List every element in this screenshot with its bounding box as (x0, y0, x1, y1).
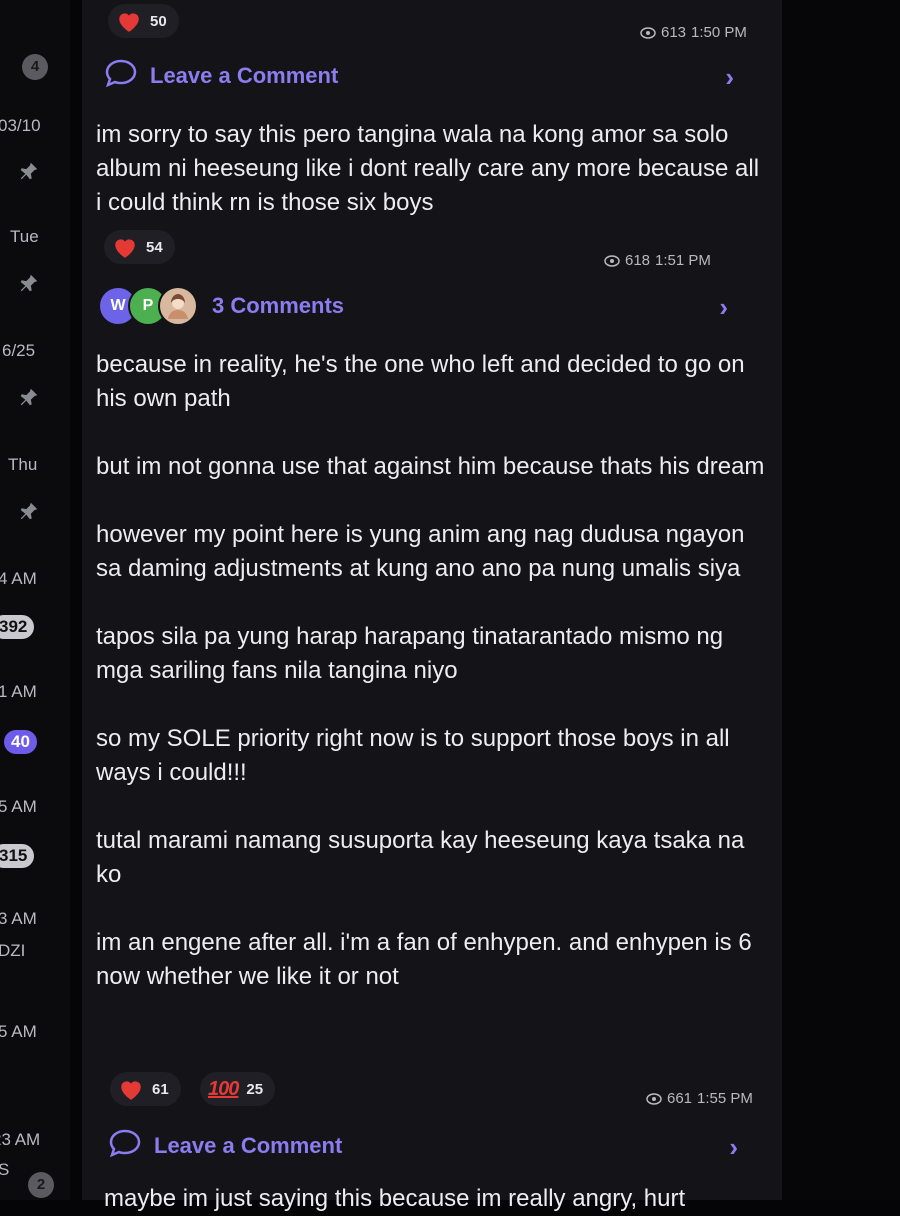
unread-count-badge: 315 (0, 844, 35, 868)
post-meta: 618 1:51 PM (604, 252, 711, 269)
hundred-points-icon: 100 (208, 1077, 239, 1100)
comment-label: Leave a Comment (154, 1133, 343, 1158)
reaction-hundred[interactable]: 100 25 (200, 1072, 276, 1106)
message-paragraph: however my point here is yung anim ang n… (96, 521, 745, 582)
eye-icon (646, 1092, 662, 1105)
reaction-count: 54 (146, 238, 163, 256)
view-comments-button[interactable]: W P 3 Comments › (98, 286, 758, 326)
sidebar-date-label[interactable]: Thu (8, 455, 37, 475)
post-time: 1:55 PM (697, 1090, 753, 1107)
chevron-right-icon: › (729, 1132, 738, 1162)
message-paragraph: maybe im just saying this because im rea… (104, 1185, 686, 1212)
message-paragraph: tutal marami namang susuporta kay heeseu… (96, 827, 745, 888)
post-meta: 661 1:55 PM (646, 1090, 753, 1107)
message-paragraph: because in reality, he's the one who lef… (96, 351, 745, 412)
comment-label: 3 Comments (212, 293, 345, 318)
sidebar-date-label[interactable]: 6/25 (2, 341, 35, 361)
sidebar-time-label[interactable]: 5 AM (0, 797, 37, 817)
reaction-count: 61 (152, 1080, 169, 1098)
post-time: 1:51 PM (655, 252, 711, 269)
pin-icon (18, 160, 40, 182)
reaction-heart[interactable]: 61 (110, 1072, 181, 1106)
view-count: 618 (625, 252, 651, 269)
chevron-right-icon: › (719, 292, 728, 322)
commenter-avatars: W P (98, 286, 198, 326)
view-count: 613 (661, 24, 687, 41)
sidebar-time-label[interactable]: 1 AM (0, 682, 37, 702)
message-text: im sorry to say this pero tangina wala n… (96, 118, 766, 220)
view-count: 661 (667, 1090, 693, 1107)
unread-count-badge: 392 (0, 615, 35, 639)
message-feed: 50 613 1:50 PM Leave a Comment › im sorr… (82, 0, 782, 1212)
pin-icon (18, 386, 40, 408)
heart-icon (121, 1081, 141, 1100)
pin-icon (18, 272, 40, 294)
reaction-heart[interactable]: 50 (108, 4, 179, 38)
message-paragraph: im an engene after all. i'm a fan of enh… (96, 929, 752, 990)
sidebar-time-label[interactable]: 5 AM (0, 1022, 37, 1042)
post-meta: 613 1:50 PM (640, 24, 747, 41)
sidebar-time-label[interactable]: 3 AM (0, 909, 37, 929)
comment-bubble-icon (104, 58, 138, 94)
heart-icon (115, 239, 135, 258)
unread-count-badge: 40 (4, 730, 37, 754)
post-time: 1:50 PM (691, 24, 747, 41)
sidebar-time-label[interactable]: 23 AM (0, 1130, 40, 1150)
avatar-photo-icon (158, 286, 198, 326)
reaction-heart[interactable]: 54 (104, 230, 175, 264)
reaction-count: 50 (150, 12, 167, 30)
sidebar-preview-text: S (0, 1160, 10, 1179)
sidebar-preview-text: DZI (0, 941, 26, 960)
reaction-count: 25 (246, 1080, 264, 1098)
leave-comment-button[interactable]: Leave a Comment › (104, 56, 764, 96)
message-text: because in reality, he's the one who lef… (96, 348, 766, 994)
heart-icon (119, 13, 139, 32)
unread-badge: 4 (22, 54, 48, 80)
pin-icon (18, 500, 40, 522)
message-paragraph: tapos sila pa yung harap harapang tinata… (96, 623, 724, 684)
background-edge (782, 0, 900, 1200)
message-paragraph: so my SOLE priority right now is to supp… (96, 725, 730, 786)
comment-label: Leave a Comment (150, 63, 339, 88)
leave-comment-button[interactable]: Leave a Comment › (108, 1126, 768, 1166)
chevron-right-icon: › (725, 62, 734, 92)
eye-icon (604, 254, 620, 267)
sidebar-time-label[interactable]: 4 AM (0, 569, 37, 589)
message-paragraph: im sorry to say this pero tangina wala n… (96, 121, 760, 216)
message-paragraph: but im not gonna use that against him be… (96, 453, 765, 480)
sidebar-date-label[interactable]: Tue (10, 227, 39, 247)
conversation-sidebar: 4 03/10 Tue 6/25 Thu 4 AM 392 1 AM 40 5 … (0, 0, 70, 1200)
message-text: maybe im just saying this because im rea… (104, 1182, 774, 1216)
eye-icon (640, 26, 656, 39)
unread-badge: 2 (28, 1172, 54, 1198)
sidebar-date-label[interactable]: 03/10 (0, 116, 41, 136)
comment-bubble-icon (108, 1128, 142, 1164)
